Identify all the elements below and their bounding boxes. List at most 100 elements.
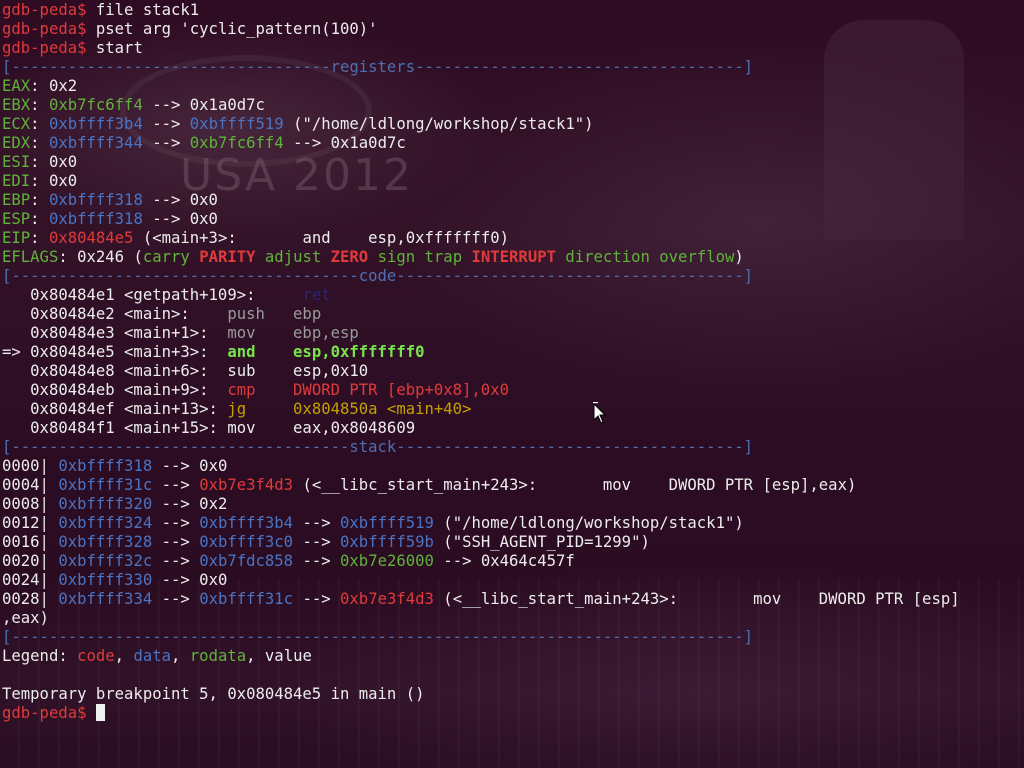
- terminal-line: [---------------------------------------…: [2, 628, 1024, 647]
- terminal-text: -->: [293, 533, 341, 551]
- terminal-text: 0xbffff320: [58, 495, 153, 513]
- terminal-text: 0xb7fc6ff4: [189, 134, 284, 152]
- terminal-line: gdb-peda$ start: [2, 39, 1024, 58]
- terminal-text: 0xbffff32c: [58, 552, 153, 570]
- terminal-window[interactable]: USA 2012 gdb-peda$ file stack1 gdb-peda$ …: [0, 0, 1024, 768]
- terminal-text: :: [30, 134, 49, 152]
- terminal-line: 0x80484ef <main+13>: jg 0x804850a <main+…: [2, 400, 1024, 419]
- terminal-text: 0xbffff3b4: [48, 115, 143, 133]
- terminal-text: EDX: [2, 134, 31, 152]
- terminal-line: 0012| 0xbffff324 --> 0xbffff3b4 --> 0xbf…: [2, 514, 1024, 533]
- terminal-text: ESI: [2, 153, 31, 171]
- terminal-line: => 0x80484e5 <main+3>: and esp,0xfffffff…: [2, 343, 1024, 362]
- terminal-text: 0xbffff330: [58, 571, 153, 589]
- terminal-line: 0x80484eb <main+9>: cmp DWORD PTR [ebp+0…: [2, 381, 1024, 400]
- terminal-text: -->: [142, 115, 190, 133]
- terminal-text: gdb-peda$: [2, 39, 96, 57]
- terminal-text: 0x80484e8 <main+6>: sub esp,0x10: [2, 362, 369, 380]
- terminal-line: 0x80484e1 <getpath+109>: ret: [2, 286, 1024, 305]
- terminal-text: ESP: [2, 210, 31, 228]
- terminal-text: push ebp: [227, 305, 322, 323]
- terminal-text: 0016|: [2, 533, 59, 551]
- terminal-text: 0xbffff324: [58, 514, 153, 532]
- terminal-text: -->: [142, 134, 190, 152]
- terminal-text: ("/home/ldlong/workshop/stack1"): [283, 115, 594, 133]
- terminal-text: 0xb7e3f4d3: [199, 476, 294, 494]
- terminal-text: EBP: [2, 191, 31, 209]
- terminal-text: 0x80484f1 <main+15>: mov eax,0x8048609: [2, 419, 416, 437]
- terminal-text: -->: [152, 590, 200, 608]
- terminal-text: 0xbffff328: [58, 533, 153, 551]
- terminal-line: ESI: 0x0: [2, 153, 1024, 172]
- terminal-text: 0024|: [2, 571, 59, 589]
- terminal-text: EDI: [2, 172, 31, 190]
- terminal-text: gdb-peda$: [2, 1, 96, 19]
- terminal-line: ESP: 0xbffff318 --> 0x0: [2, 210, 1024, 229]
- terminal-text: adjust: [255, 248, 331, 266]
- terminal-line: EIP: 0x80484e5 (<main+3>: and esp,0xffff…: [2, 229, 1024, 248]
- terminal-line: 0004| 0xbffff31c --> 0xb7e3f4d3 (<__libc…: [2, 476, 1024, 495]
- terminal-text: 0000|: [2, 457, 59, 475]
- terminal-text: : 0x2: [30, 77, 78, 95]
- terminal-text: 0xb7fdc858: [199, 552, 294, 570]
- terminal-text: : 0x246 (: [58, 248, 143, 266]
- terminal-text: 0xbffff31c: [58, 476, 153, 494]
- terminal-text: --> 0x0: [142, 210, 218, 228]
- terminal-text: [----------------------------------regis…: [2, 58, 754, 76]
- terminal-line: 0008| 0xbffff320 --> 0x2: [2, 495, 1024, 514]
- terminal-text: --> 0x464c457f: [433, 552, 575, 570]
- terminal-text: -->: [152, 533, 200, 551]
- terminal-text: rodata: [189, 647, 247, 665]
- terminal-line: EAX: 0x2: [2, 77, 1024, 96]
- terminal-text: 0x80484e1 <getpath+109>:: [2, 286, 303, 304]
- terminal-line: EDX: 0xbffff344 --> 0xb7fc6ff4 --> 0x1a0…: [2, 134, 1024, 153]
- terminal-text: ECX: [2, 115, 31, 133]
- terminal-text: -->: [152, 552, 200, 570]
- terminal-line: gdb-peda$ file stack1: [2, 1, 1024, 20]
- terminal-output[interactable]: gdb-peda$ file stack1 gdb-peda$ pset arg …: [2, 1, 1024, 723]
- block-cursor-icon: [95, 704, 105, 721]
- i-beam-cursor-icon: [593, 402, 606, 424]
- terminal-text: and esp,0xfffffff0: [227, 343, 425, 361]
- terminal-text: 0xbffff318: [58, 457, 153, 475]
- terminal-text: 0004|: [2, 476, 59, 494]
- terminal-text: Temporary breakpoint 5, 0x080484e5 in ma…: [2, 685, 425, 703]
- terminal-text: ("/home/ldlong/workshop/stack1"): [433, 514, 744, 532]
- terminal-text: pset arg 'cyclic_pattern(100)': [95, 20, 378, 38]
- terminal-text: ZERO: [330, 248, 369, 266]
- terminal-text: => 0x80484e5 <main+3>:: [2, 343, 228, 361]
- terminal-line: EBX: 0xb7fc6ff4 --> 0x1a0d7c: [2, 96, 1024, 115]
- terminal-line: 0016| 0xbffff328 --> 0xbffff3c0 --> 0xbf…: [2, 533, 1024, 552]
- terminal-line: EBP: 0xbffff318 --> 0x0: [2, 191, 1024, 210]
- terminal-text: 0x80484ef <main+13>:: [2, 400, 228, 418]
- terminal-text: 0xbffff318: [48, 191, 143, 209]
- terminal-text: 0xbffff344: [48, 134, 143, 152]
- terminal-text: PARITY: [199, 248, 256, 266]
- terminal-line: [------------------------------------sta…: [2, 438, 1024, 457]
- terminal-text: 0xbffff3c0: [199, 533, 294, 551]
- terminal-text: 0xbffff31c: [199, 590, 294, 608]
- terminal-text: -->: [152, 476, 200, 494]
- terminal-text: --> 0x0: [152, 571, 228, 589]
- terminal-text: code: [77, 647, 115, 665]
- terminal-text: 0x80484e2 <main>:: [2, 305, 228, 323]
- terminal-text: carry: [142, 248, 200, 266]
- terminal-line: 0x80484e8 <main+6>: sub esp,0x10: [2, 362, 1024, 381]
- terminal-text: :: [30, 115, 49, 133]
- terminal-text: --> 0x2: [152, 495, 228, 513]
- terminal-text: data: [133, 647, 172, 665]
- terminal-text: 0xbffff3b4: [199, 514, 294, 532]
- terminal-text: [---------------------------------------…: [2, 628, 754, 646]
- terminal-text: (<main+3>: and esp,0xfffffff0): [133, 229, 509, 247]
- terminal-text: gdb-peda$: [2, 20, 96, 38]
- terminal-line: [-------------------------------------co…: [2, 267, 1024, 286]
- terminal-text: direction overflow: [555, 248, 735, 266]
- terminal-text: cmp DWORD PTR [ebp+0x8],0x0: [227, 381, 509, 399]
- terminal-line: 0x80484f1 <main+15>: mov eax,0x8048609: [2, 419, 1024, 438]
- terminal-text: sign trap: [368, 248, 472, 266]
- terminal-text: Legend:: [2, 647, 78, 665]
- terminal-text: ,: [114, 647, 134, 665]
- terminal-text: 0xb7e3f4d3: [340, 590, 434, 608]
- terminal-line: Temporary breakpoint 5, 0x080484e5 in ma…: [2, 685, 1024, 704]
